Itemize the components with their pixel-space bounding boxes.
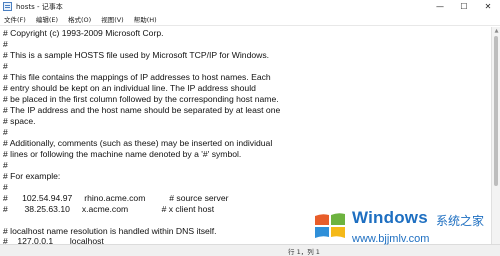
window-title: hosts - 记事本 <box>16 2 63 11</box>
editor-line: # <box>3 39 8 49</box>
editor-line: # entry should be kept on an individual … <box>3 83 256 93</box>
maximize-button[interactable]: ☐ <box>452 0 476 13</box>
editor-line: # be placed in the first column followed… <box>3 94 279 104</box>
editor-line: # Copyright (c) 1993-2009 Microsoft Corp… <box>3 28 164 38</box>
editor-line: # Additionally, comments (such as these)… <box>3 138 273 148</box>
watermark-url: www.bjjmlv.com <box>352 233 430 245</box>
windows-logo-icon <box>315 213 345 238</box>
window-controls: — ☐ ✕ <box>428 0 500 13</box>
watermark-brand: Windows <box>352 208 428 227</box>
menu-view[interactable]: 视图(V) <box>96 14 129 24</box>
editor-line: # For example: <box>3 171 61 181</box>
title-bar[interactable]: hosts - 记事本 — ☐ ✕ <box>0 0 500 13</box>
watermark: Windows 系统之家 www.bjjmlv.com <box>312 206 500 250</box>
menu-edit[interactable]: 编辑(E) <box>31 14 63 24</box>
close-button[interactable]: ✕ <box>476 0 500 13</box>
editor-line: # <box>3 127 8 137</box>
notepad-icon <box>3 2 12 11</box>
menu-help[interactable]: 帮助(H) <box>129 14 162 24</box>
menu-format[interactable]: 格式(O) <box>63 14 96 24</box>
minimize-button[interactable]: — <box>428 0 452 13</box>
menu-bar: 文件(F) 编辑(E) 格式(O) 视图(V) 帮助(H) <box>0 13 500 26</box>
editor-line: # localhost name resolution is handled w… <box>3 226 217 236</box>
editor-line: # The IP address and the host name shoul… <box>3 105 281 115</box>
editor-line: # <box>3 61 8 71</box>
editor-line: # 38.25.63.10 x.acme.com # x client host <box>3 204 215 214</box>
editor-line: # <box>3 182 8 192</box>
watermark-brand-cn: 系统之家 <box>436 214 485 228</box>
menu-file[interactable]: 文件(F) <box>0 14 31 24</box>
editor-line: # 127.0.0.1 localhost <box>3 236 104 244</box>
editor-line: # lines or following the machine name de… <box>3 149 242 159</box>
editor-line: # 102.54.94.97 rhino.acme.com # source s… <box>3 193 229 203</box>
scroll-up-icon[interactable]: ▲ <box>493 28 500 34</box>
editor-line: # This is a sample HOSTS file used by Mi… <box>3 50 270 60</box>
editor-line: # This file contains the mappings of IP … <box>3 72 271 82</box>
editor-line: # <box>3 160 8 170</box>
notepad-window: hosts - 记事本 — ☐ ✕ 文件(F) 编辑(E) 格式(O) 视图(V… <box>0 0 500 256</box>
scroll-thumb[interactable] <box>494 36 498 186</box>
editor-line: # space. <box>3 116 36 126</box>
